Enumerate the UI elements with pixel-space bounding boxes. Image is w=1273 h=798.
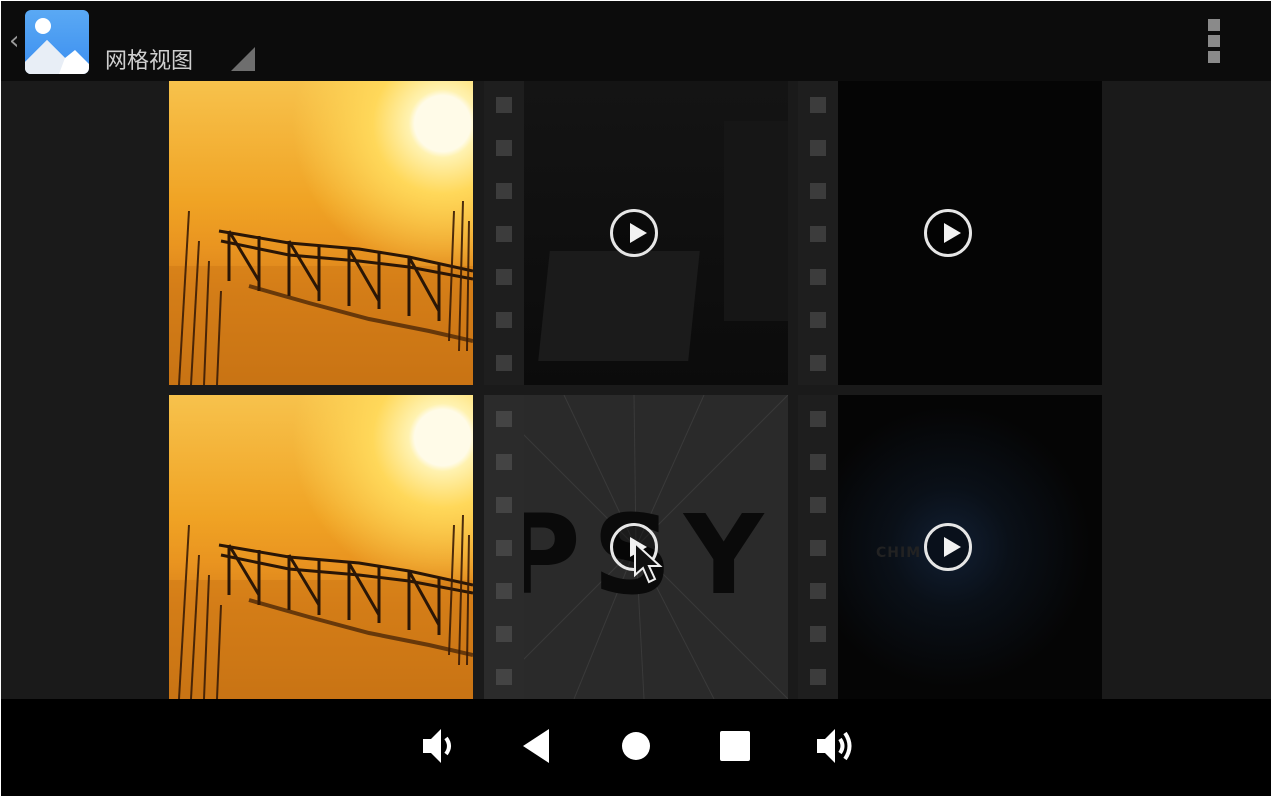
play-icon[interactable] — [924, 209, 972, 257]
volume-up-icon[interactable] — [809, 721, 859, 771]
volume-down-icon[interactable] — [413, 721, 463, 771]
home-icon[interactable] — [611, 721, 661, 771]
video-thumbnail[interactable]: CHIM — [798, 395, 1102, 699]
back-icon[interactable] — [511, 721, 561, 771]
film-strip — [798, 395, 838, 699]
film-strip — [484, 395, 524, 699]
dropdown-indicator-icon[interactable] — [231, 47, 255, 71]
play-icon[interactable] — [924, 523, 972, 571]
video-thumbnail[interactable] — [798, 81, 1102, 385]
play-icon[interactable] — [610, 209, 658, 257]
mouse-cursor-icon — [634, 541, 663, 584]
photo-thumbnail[interactable] — [169, 395, 473, 699]
up-navigation-icon[interactable]: ‹ — [9, 25, 19, 57]
gallery-screen: ‹ 网格视图 CHIM — [1, 1, 1271, 796]
video-title-text: CHIM — [876, 545, 922, 561]
film-strip — [484, 81, 524, 385]
video-thumbnail[interactable] — [484, 81, 788, 385]
recents-icon[interactable] — [710, 721, 760, 771]
photo-thumbnail[interactable] — [169, 81, 473, 385]
gallery-photo-icon[interactable] — [25, 10, 89, 74]
system-nav-bar — [1, 699, 1271, 796]
overflow-menu-icon[interactable] — [1205, 19, 1223, 67]
film-strip — [798, 81, 838, 385]
action-bar: ‹ 网格视图 — [1, 1, 1271, 81]
page-title[interactable]: 网格视图 — [105, 43, 193, 75]
